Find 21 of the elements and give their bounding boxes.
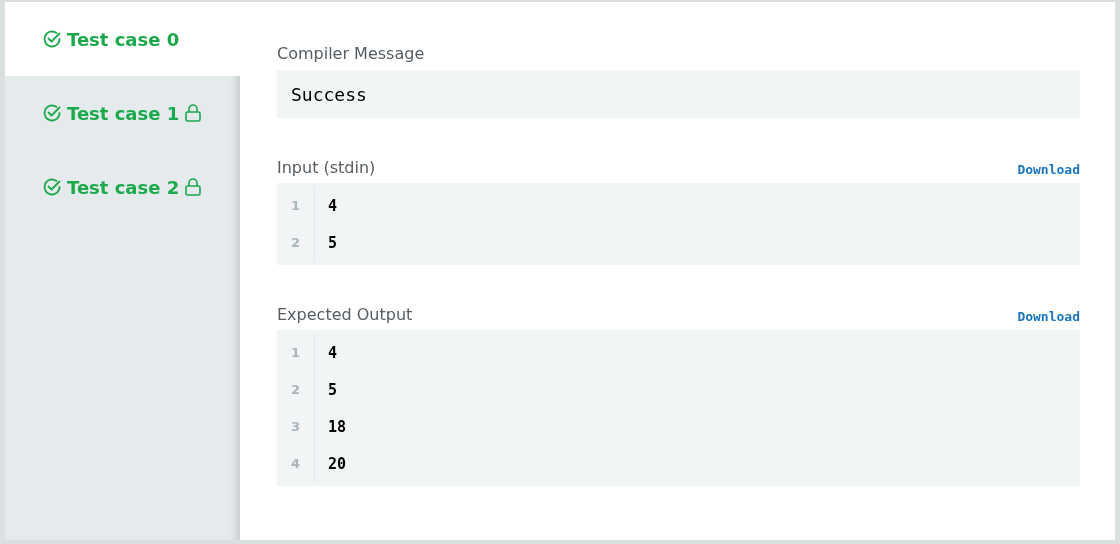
line-number: 3 bbox=[277, 408, 315, 445]
section-title: Compiler Message bbox=[277, 44, 425, 63]
section-title: Expected Output bbox=[277, 305, 413, 324]
code-line: 4 bbox=[327, 196, 338, 215]
code-line: 20 bbox=[327, 454, 347, 473]
tab[interactable]: Test case 1 bbox=[5, 76, 240, 150]
line-number: 2 bbox=[277, 371, 315, 408]
tab[interactable]: Test case 0 bbox=[5, 2, 240, 76]
download-link[interactable]: Download bbox=[1017, 162, 1080, 177]
code-line: 5 bbox=[327, 233, 338, 252]
line-number: 1 bbox=[277, 187, 315, 224]
code-line: 5 bbox=[327, 380, 338, 399]
code-line: 4 bbox=[327, 343, 338, 362]
section-title: Input (stdin) bbox=[277, 158, 376, 177]
line-number: 2 bbox=[277, 224, 315, 261]
line-number: 4 bbox=[277, 445, 315, 482]
tab[interactable]: Test case 2 bbox=[5, 150, 240, 224]
code-line: 18 bbox=[327, 417, 347, 436]
compiler-message: Success bbox=[277, 70, 1080, 118]
line-number: 1 bbox=[277, 334, 315, 371]
download-link[interactable]: Download bbox=[1017, 309, 1080, 324]
